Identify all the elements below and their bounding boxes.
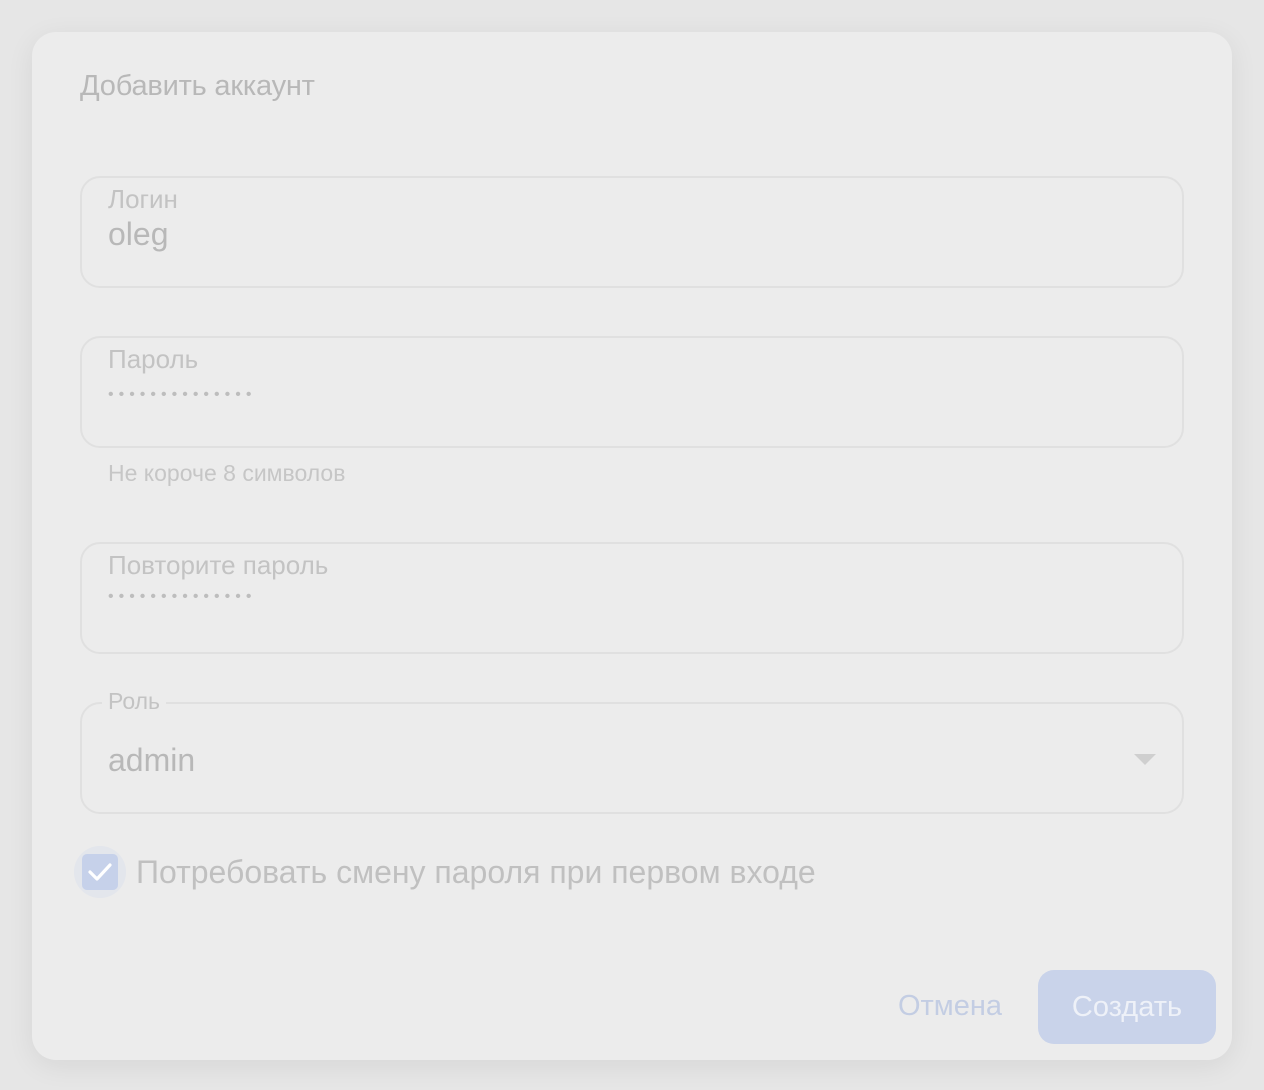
require-password-change-checkbox[interactable] — [82, 854, 118, 890]
role-label: Роль — [102, 688, 167, 715]
checkbox-halo — [74, 846, 126, 898]
role-selected-value: admin — [108, 742, 196, 778]
password-helper-text: Не короче 8 символов — [108, 460, 346, 486]
role-select[interactable]: Роль admin — [80, 688, 1184, 814]
dialog-title: Добавить аккаунт — [80, 70, 315, 102]
checkmark-icon — [88, 863, 112, 881]
login-field[interactable]: Логин oleg — [80, 176, 1184, 288]
repeat-password-input[interactable]: •••••••••••••• — [108, 588, 256, 606]
add-account-dialog: Добавить аккаунт Логин oleg Пароль •••••… — [32, 32, 1232, 1060]
chevron-down-icon[interactable] — [1134, 754, 1156, 765]
password-label: Пароль — [108, 344, 199, 374]
repeat-password-label: Повторите пароль — [108, 550, 329, 580]
password-input[interactable]: •••••••••••••• — [108, 386, 256, 404]
require-password-change-row[interactable]: Потребовать смену пароля при первом вход… — [74, 846, 816, 898]
repeat-password-field[interactable]: Повторите пароль •••••••••••••• — [80, 542, 1184, 654]
login-input[interactable]: oleg — [108, 216, 169, 253]
password-field[interactable]: Пароль •••••••••••••• — [80, 336, 1184, 448]
cancel-button[interactable]: Отмена — [888, 982, 1012, 1030]
login-label: Логин — [108, 184, 178, 214]
require-password-change-label[interactable]: Потребовать смену пароля при первом вход… — [136, 854, 816, 891]
create-button[interactable]: Создать — [1038, 970, 1216, 1044]
